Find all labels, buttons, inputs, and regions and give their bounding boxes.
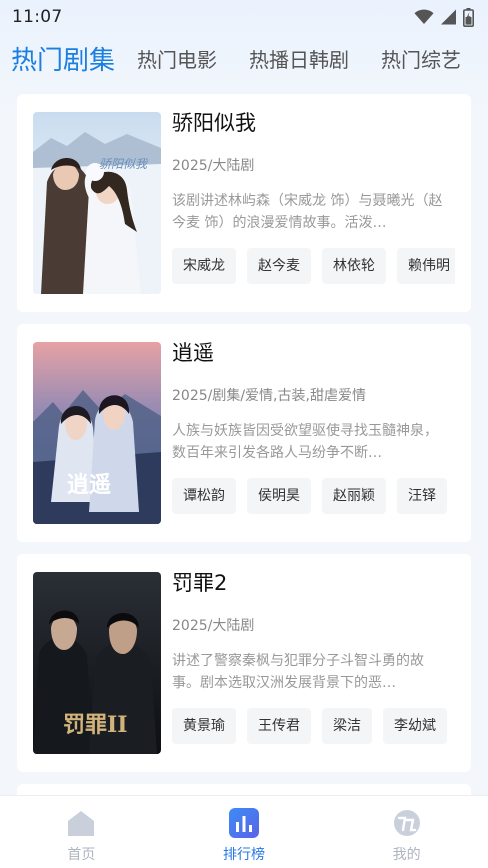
tab-hot-movies[interactable]: 热门电影 [137,44,217,73]
cast-list: 谭松韵 侯明昊 赵丽颖 汪铎 [172,478,455,514]
show-info: 逍遥 2025/剧集/爱情,古装,甜虐爱情 人族与妖族皆因受欲望驱使寻找玉髓神泉… [172,338,471,528]
show-title[interactable]: 骄阳似我 [172,108,471,138]
nav-label: 排行榜 [222,847,265,863]
status-icons [414,7,474,27]
cast-list: 宋威龙 赵今麦 林依轮 赖伟明 [172,248,455,284]
cast-chip[interactable]: 黄景瑜 [172,708,236,744]
battery-icon [463,7,474,27]
show-description: 该剧讲述林屿森（宋威龙 饰）与聂曦光（赵今麦 饰）的浪漫爱情故事。活泼… [172,193,443,231]
home-icon [68,811,95,836]
cast-list: 黄景瑜 王传君 梁洁 李幼斌 [172,708,455,744]
cast-chip[interactable]: 林依轮 [322,248,386,284]
cast-chip[interactable]: 梁洁 [322,708,372,744]
show-poster[interactable]: 罚罪II [33,572,161,754]
show-card[interactable]: 罚罪II 罚罪2 2025/大陆剧 讲述了警察秦枫与犯罪分子斗智斗勇的故事。剧本… [17,554,471,772]
category-tabs: 热门剧集 热门电影 热播日韩剧 热门综艺 [0,36,488,80]
show-title[interactable]: 逍遥 [172,338,471,368]
cast-chip[interactable]: 侯明昊 [247,478,311,514]
cast-chip[interactable]: 谭松韵 [172,478,236,514]
show-poster[interactable]: 逍遥 [33,342,161,524]
bottom-nav: 首页 排行榜 我的 [0,795,488,868]
app-screen: 11:07 热门剧集 热门电影 热播日韩剧 热门综艺 骄阳似我 骄阳似我 202… [0,0,488,868]
show-meta: 2025/大陆剧 [172,618,255,634]
poster-title-art: 逍遥 [67,472,111,498]
show-info: 罚罪2 2025/大陆剧 讲述了警察秦枫与犯罪分子斗智斗勇的故事。剧本选取汉洲发… [172,568,471,758]
nav-home[interactable]: 首页 [21,796,141,864]
wifi-icon [414,9,434,25]
poster-title-art: 罚罪II [63,712,128,738]
nav-profile[interactable]: 我的 [347,796,467,864]
show-info: 骄阳似我 2025/大陆剧 该剧讲述林屿森（宋威龙 饰）与聂曦光（赵今麦 饰）的… [172,108,471,298]
show-meta: 2025/大陆剧 [172,158,255,174]
cast-chip[interactable]: 赵今麦 [247,248,311,284]
status-time: 11:07 [12,7,63,27]
nav-ranking[interactable]: 排行榜 [184,796,304,864]
show-poster[interactable]: 骄阳似我 [33,112,161,294]
show-description: 讲述了警察秦枫与犯罪分子斗智斗勇的故事。剧本选取汉洲发展背景下的恶… [172,653,424,691]
cast-chip[interactable]: 李幼斌 [383,708,447,744]
cast-chip[interactable]: 王传君 [247,708,311,744]
show-card[interactable]: 骄阳似我 骄阳似我 2025/大陆剧 该剧讲述林屿森（宋威龙 饰）与聂曦光（赵今… [17,94,471,312]
bar-chart-icon [228,808,259,838]
show-card[interactable]: 逍遥 逍遥 2025/剧集/爱情,古装,甜虐爱情 人族与妖族皆因受欲望驱使寻找玉… [17,324,471,542]
cast-chip[interactable]: 汪铎 [397,478,447,514]
poster-title-art: 骄阳似我 [99,157,148,171]
cast-chip[interactable]: 赵丽颖 [322,478,386,514]
tab-hot-series[interactable]: 热门剧集 [11,40,115,77]
cast-chip[interactable]: 赖伟明 [397,248,455,284]
tab-variety-shows[interactable]: 热门综艺 [381,44,461,73]
show-list: 骄阳似我 骄阳似我 2025/大陆剧 该剧讲述林屿森（宋威龙 饰）与聂曦光（赵今… [17,94,471,824]
tab-jp-kr-series[interactable]: 热播日韩剧 [249,44,349,73]
status-bar: 11:07 [0,0,488,34]
nav-label: 我的 [392,847,421,863]
cast-chip[interactable]: 宋威龙 [172,248,236,284]
show-title[interactable]: 罚罪2 [172,568,471,598]
signal-icon [440,9,457,25]
nav-label: 首页 [67,847,96,863]
show-description: 人族与妖族皆因受欲望驱使寻找玉髓神泉，数百年来引发各路人马纷争不断… [172,423,438,461]
profile-icon [393,810,420,836]
show-meta: 2025/剧集/爱情,古装,甜虐爱情 [172,388,366,404]
